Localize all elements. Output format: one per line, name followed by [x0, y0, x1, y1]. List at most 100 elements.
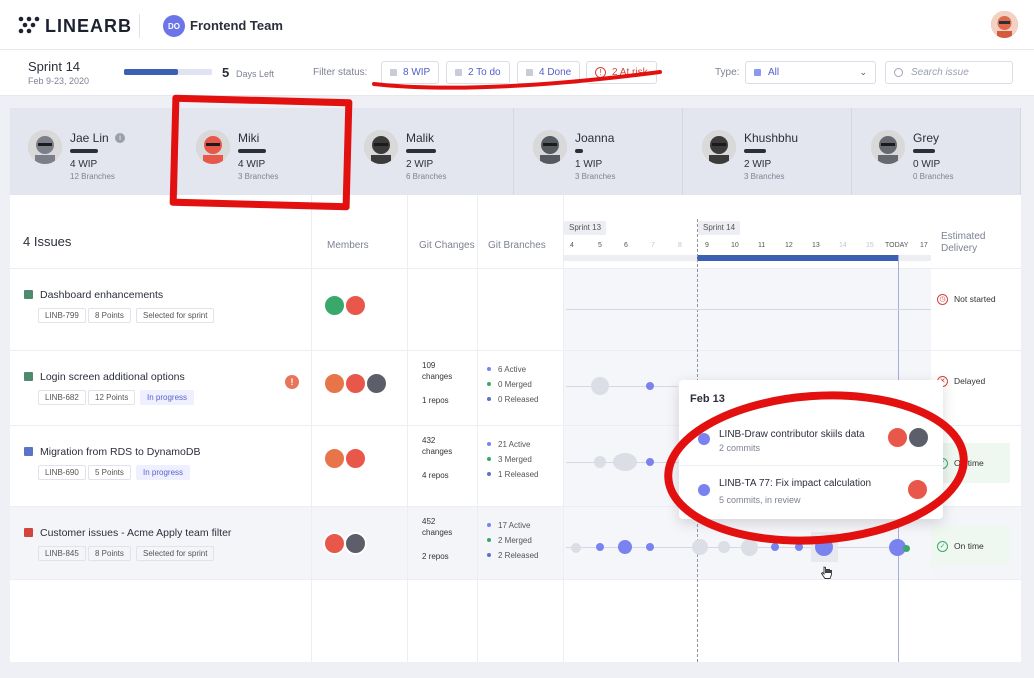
timeline-dot[interactable] [646, 458, 654, 466]
filter-chip-at-risk[interactable]: ! 2 At risk [586, 61, 657, 84]
timeline-line [566, 309, 931, 310]
member-avatar[interactable] [323, 532, 346, 555]
row-divider [10, 268, 1021, 269]
member-wip-bar [406, 149, 436, 153]
branches-active: 6 Active [498, 365, 527, 374]
timeline-dot[interactable] [596, 543, 604, 551]
issue-key-tag[interactable]: LINB-799 [38, 308, 86, 323]
timeline-dot[interactable] [594, 456, 606, 468]
delivery-status-icon: ✓ [937, 540, 948, 552]
timeline-dot[interactable] [771, 543, 779, 551]
hand-cursor-icon [821, 566, 832, 579]
timeline-dot[interactable] [613, 453, 637, 471]
branches-merged: 2 Merged [498, 536, 532, 545]
search-input[interactable]: Search issue [885, 61, 1013, 84]
timeline-dot[interactable] [618, 540, 632, 554]
sprint-dates: Feb 9-23, 2020 [28, 76, 90, 86]
member-avatar[interactable] [344, 294, 367, 317]
git-repos: 1 repos [422, 396, 449, 405]
timeline-dot[interactable] [692, 539, 708, 555]
issue-key-tag[interactable]: LINB-682 [38, 390, 86, 405]
timeline-dot[interactable] [591, 377, 609, 395]
timeline-tick-label: 17 [920, 242, 928, 249]
team-badge[interactable]: DO [163, 15, 185, 37]
issue-key-tag[interactable]: LINB-845 [38, 546, 86, 561]
member-card[interactable]: Malik 2 WIP 6 Branches [346, 108, 514, 195]
risk-alert-icon[interactable]: ! [285, 375, 299, 389]
member-card[interactable]: Khushbhu 2 WIP 3 Branches [684, 108, 852, 195]
git-changes: 452 changes [422, 516, 452, 538]
member-avatar[interactable] [323, 372, 346, 395]
active-dot [487, 367, 491, 371]
member-name: Khushbhu [744, 131, 799, 145]
member-branches: 3 Branches [575, 172, 616, 181]
type-select[interactable]: All ⌄ [745, 61, 876, 84]
merged-dot [487, 457, 491, 461]
member-avatar[interactable] [344, 532, 367, 555]
member-wip-bar [575, 149, 583, 153]
timeline-tick-label: 11 [758, 242, 766, 249]
member-card[interactable]: Miki 4 WIP 3 Branches [178, 108, 346, 195]
member-avatar[interactable] [365, 372, 388, 395]
delivery-status-label: Delayed [954, 376, 986, 386]
issue-key-tag[interactable]: LINB-690 [38, 465, 86, 480]
issue-title[interactable]: Login screen additional options [40, 371, 185, 383]
info-icon[interactable]: i [115, 133, 125, 143]
git-changes-count: 432 [422, 436, 436, 445]
member-branches: 3 Branches [238, 172, 279, 181]
member-card[interactable]: Jae Lin 4 WIP 12 Branches i [10, 108, 178, 195]
delivery-status-label: On time [954, 458, 984, 468]
issue-title[interactable]: Dashboard enhancements [40, 289, 163, 301]
timeline-dot[interactable] [718, 541, 730, 553]
user-avatar[interactable] [991, 11, 1018, 38]
column-divider [563, 195, 564, 662]
row-divider [10, 350, 1021, 351]
sprint-13-tag: Sprint 13 [564, 221, 607, 235]
filter-status-label: Filter status: [313, 67, 368, 78]
tooltip-item-title[interactable]: LINB-TA 77: Fix impact calculation [719, 478, 871, 489]
timeline-tick-label: 8 [678, 242, 682, 249]
branches-released: 2 Released [498, 551, 539, 560]
issue-type-icon [24, 290, 33, 299]
issue-title[interactable]: Migration from RDS to DynamoDB [40, 446, 200, 458]
chip-label: 8 WIP [403, 67, 431, 78]
git-branches: 6 Active 0 Merged 0 Released [487, 362, 538, 407]
timeline-dot[interactable] [903, 545, 910, 552]
timeline-dot[interactable] [646, 543, 654, 551]
tooltip-item-sub: 5 commits, in review [719, 495, 801, 505]
member-wip-bar [913, 149, 935, 153]
days-left-number: 5 [222, 65, 230, 80]
issue-title[interactable]: Customer issues - Acme Apply team filter [40, 527, 231, 539]
member-avatar[interactable] [323, 294, 346, 317]
filter-chip-todo[interactable]: 2 To do [446, 61, 510, 84]
issue-points-tag: 8 Points [88, 308, 131, 323]
timeline-tick-label: 7 [651, 242, 655, 249]
tooltip-item-title[interactable]: LINB-Draw contributor skiils data [719, 429, 865, 440]
app-logo-text[interactable]: LINEARB [45, 16, 132, 37]
team-name[interactable]: Frontend Team [190, 18, 283, 33]
member-avatar[interactable] [323, 447, 346, 470]
git-changes: 432 changes [422, 435, 452, 457]
timeline-dot[interactable] [741, 539, 758, 556]
column-divider [477, 195, 478, 662]
timeline-dot[interactable] [795, 543, 803, 551]
filter-chip-done[interactable]: 4 Done [517, 61, 581, 84]
sprint-title: Sprint 14 [28, 59, 81, 74]
member-avatar[interactable] [344, 372, 367, 395]
member-avatar [28, 130, 62, 164]
issue-type-icon [24, 372, 33, 381]
delivery-status: ◷ Not started [931, 289, 1010, 309]
timeline-dot[interactable] [571, 543, 581, 553]
member-card[interactable]: Joanna 1 WIP 3 Branches [515, 108, 683, 195]
member-avatar[interactable] [344, 447, 367, 470]
released-dot [487, 553, 491, 557]
member-wip-bar [744, 149, 766, 153]
member-card[interactable]: Grey 0 WIP 0 Branches [853, 108, 1021, 195]
member-name: Jae Lin [70, 131, 109, 145]
column-divider [311, 195, 312, 662]
filter-chip-wip[interactable]: 8 WIP [381, 61, 440, 84]
timeline-dot-hovered[interactable] [815, 538, 833, 556]
member-avatar [364, 130, 398, 164]
timeline-dot[interactable] [646, 382, 654, 390]
released-dot [487, 397, 491, 401]
